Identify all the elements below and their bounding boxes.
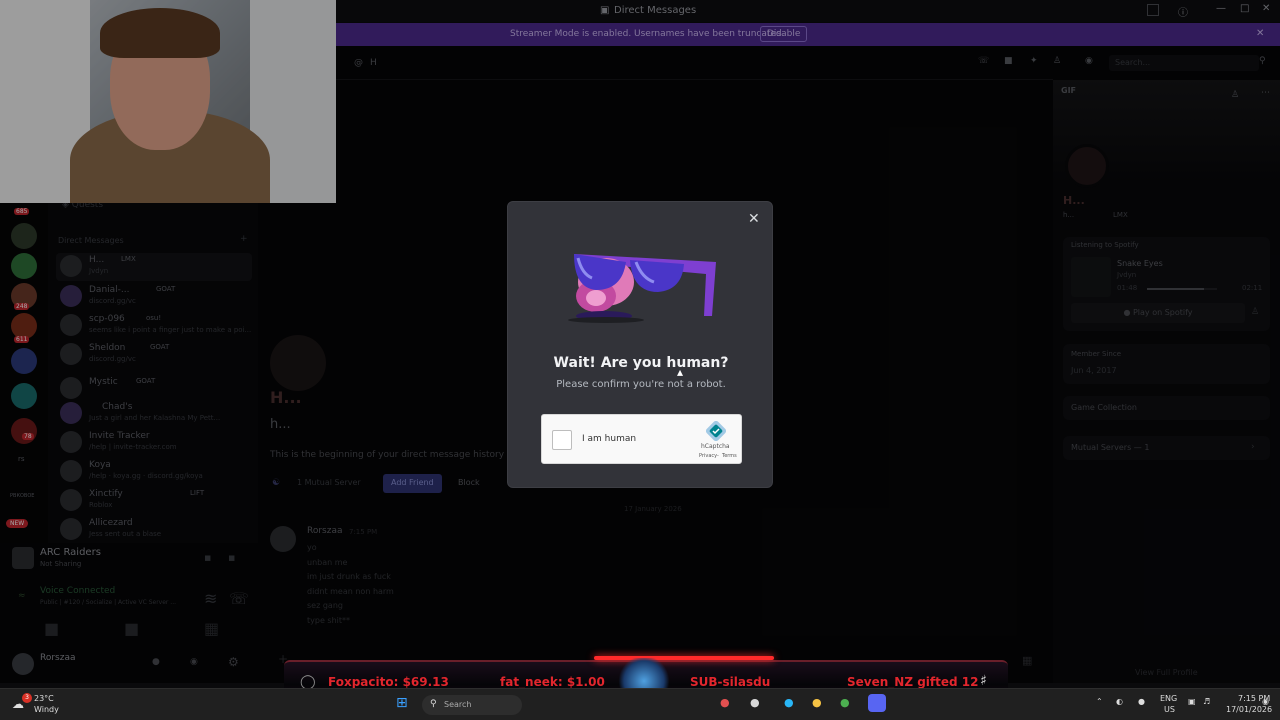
- language-region[interactable]: US: [1164, 705, 1175, 714]
- right-emblem-icon: ♯: [980, 673, 987, 689]
- discord-taskbar-icon[interactable]: [868, 694, 886, 712]
- terms-link[interactable]: Terms: [722, 453, 737, 459]
- modal-title: Wait! Are you human?: [553, 355, 729, 371]
- taskbar-app-icon[interactable]: ●: [812, 696, 822, 709]
- hcaptcha-widget: I am human hCaptcha Privacy - Terms: [541, 414, 742, 464]
- modal-subtitle: Please confirm you're not a robot.: [556, 379, 726, 390]
- clock-date[interactable]: 17/01/2026: [1226, 705, 1272, 714]
- language-code[interactable]: ENG: [1160, 694, 1177, 703]
- notification-icon[interactable]: ◉: [1262, 697, 1269, 706]
- mouse-cursor: ▴: [677, 365, 684, 379]
- taskbar-app-icon[interactable]: ●: [750, 696, 760, 709]
- hcaptcha-logo-icon: [706, 421, 726, 441]
- taskbar-search[interactable]: ⚲ Search: [422, 695, 522, 715]
- taskbar-app-icon[interactable]: ●: [720, 696, 730, 709]
- volume-icon[interactable]: ♬: [1203, 697, 1210, 706]
- tray-mic-icon[interactable]: ●: [1138, 697, 1145, 706]
- human-checkbox[interactable]: [552, 430, 572, 450]
- captcha-modal: ✕ Wait! Are you human? Please confirm yo…: [507, 201, 773, 488]
- taskbar-app-icon[interactable]: ●: [840, 696, 850, 709]
- ticker-item: Foxpacito: $69.13: [328, 675, 449, 689]
- ticker-item: SUB-silasdu: [690, 675, 771, 689]
- weather-desc[interactable]: Windy: [34, 705, 59, 714]
- ticker-item: fat_neek: $1.00: [500, 675, 605, 689]
- tray-chevron-icon[interactable]: ⌃: [1096, 697, 1103, 706]
- taskbar-app-icon[interactable]: ●: [784, 696, 794, 709]
- privacy-link[interactable]: Privacy: [699, 453, 717, 459]
- network-icon[interactable]: ▣: [1188, 697, 1196, 706]
- taskbar-search-placeholder: Search: [444, 700, 472, 709]
- glasses-illustration: [568, 254, 716, 323]
- hcaptcha-brand: hCaptcha: [701, 443, 730, 450]
- weather-alert-badge: 3: [22, 693, 32, 703]
- close-icon[interactable]: ✕: [748, 211, 760, 227]
- weather-temp[interactable]: 23°C: [34, 694, 54, 703]
- terms-separator: -: [717, 453, 719, 459]
- checkbox-label: I am human: [582, 434, 637, 444]
- tray-app-icon[interactable]: ◐: [1116, 697, 1123, 706]
- search-icon: ⚲: [430, 699, 437, 709]
- windows-taskbar: ☁ 3 23°C Windy ⊞ ⚲ Search ● ● ● ● ● ⌃ ◐ …: [0, 688, 1280, 720]
- start-button[interactable]: ⊞: [396, 695, 408, 711]
- ticker-item: Seven_NZ gifted 12: [847, 675, 979, 689]
